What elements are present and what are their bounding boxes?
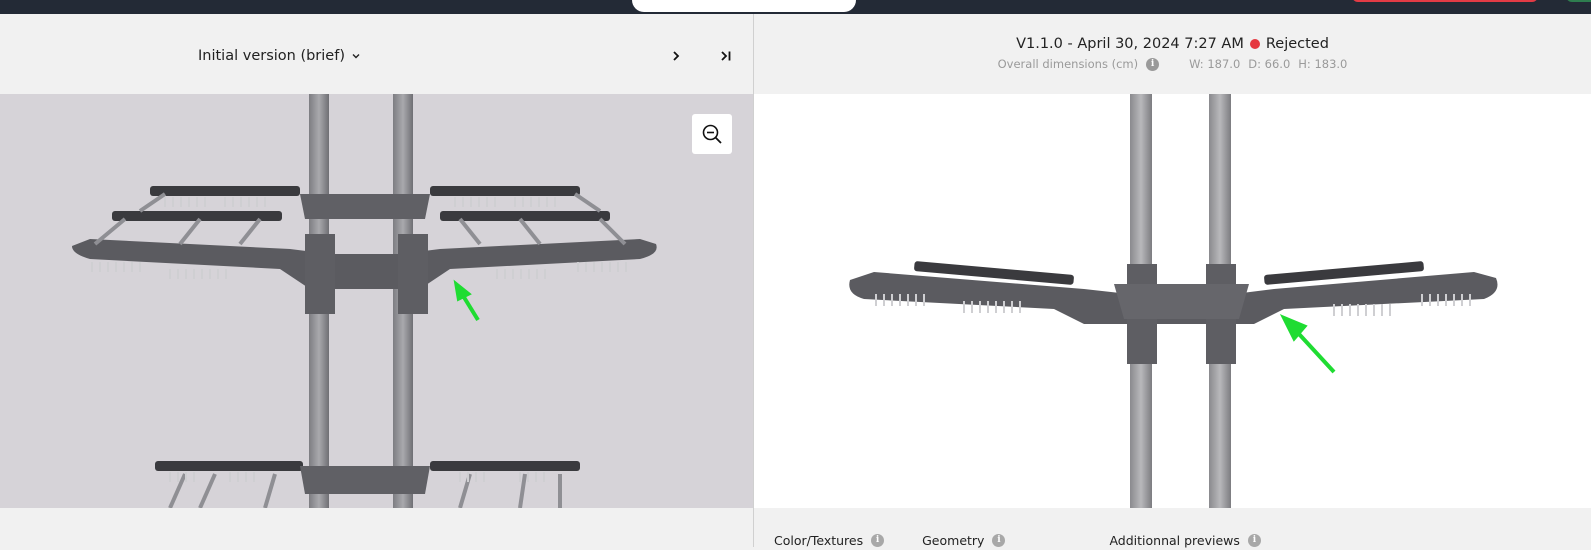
last-version-button[interactable] xyxy=(714,44,738,68)
overall-dimensions: Overall dimensions (cm) i W: 187.0 D: 66… xyxy=(754,57,1591,71)
status-dot xyxy=(1249,39,1260,49)
dimension-height: H: 183.0 xyxy=(1298,57,1348,71)
version-selector-label: Initial version (brief) xyxy=(198,48,345,64)
info-icon[interactable]: i xyxy=(1146,57,1160,71)
right-comparison-panel: V1.1.0 - April 30, 2024 7:27 AM Rejected… xyxy=(754,14,1591,550)
version-info: V1.1.0 - April 30, 2024 7:27 AM Rejected xyxy=(754,36,1591,52)
zoom-out-button[interactable] xyxy=(692,114,732,154)
version-image-viewer[interactable] xyxy=(754,94,1591,508)
info-icon[interactable]: i xyxy=(992,533,1006,547)
detail-tabs: Color/Textures i Geometry i Additionnal … xyxy=(774,530,1261,550)
chevron-right-icon xyxy=(673,51,680,61)
version-selector[interactable]: Initial version (brief) xyxy=(198,44,361,68)
right-panel-header: V1.1.0 - April 30, 2024 7:27 AM Rejected… xyxy=(754,14,1591,94)
reject-button[interactable] xyxy=(1352,0,1538,2)
left-panel-header: Initial version (brief) xyxy=(0,14,753,94)
annotation-arrow xyxy=(453,279,480,322)
tab-additional-previews[interactable]: Additionnal previews i xyxy=(1109,532,1261,548)
left-comparison-panel: Initial version (brief) xyxy=(0,14,753,547)
search-pill[interactable] xyxy=(632,0,856,12)
product-render-version xyxy=(849,94,1498,508)
info-icon[interactable]: i xyxy=(871,533,885,547)
dimension-depth: D: 66.0 xyxy=(1248,57,1291,71)
chevron-down-icon xyxy=(352,54,360,59)
tab-color-textures[interactable]: Color/Textures i xyxy=(774,532,885,548)
top-navigation-bar xyxy=(0,0,1591,14)
dimension-width: W: 187.0 xyxy=(1189,57,1241,71)
zoom-out-icon xyxy=(702,124,722,144)
dimensions-label: Overall dimensions (cm) xyxy=(997,57,1139,71)
tab-geometry[interactable]: Geometry i xyxy=(922,532,1006,548)
version-label: V1.1.0 - April 30, 2024 7:27 AM xyxy=(1016,36,1244,52)
next-version-button[interactable] xyxy=(664,44,688,68)
status-label: Rejected xyxy=(1265,36,1329,52)
product-render-brief xyxy=(72,94,657,508)
skip-to-end-icon xyxy=(721,51,731,61)
tab-label: Color/Textures xyxy=(774,532,864,548)
annotation-arrow xyxy=(1279,314,1336,374)
tab-label: Additionnal previews xyxy=(1109,532,1240,548)
info-icon[interactable]: i xyxy=(1247,533,1261,547)
approve-button[interactable] xyxy=(1566,0,1591,2)
tab-label: Geometry xyxy=(922,532,985,548)
brief-image-viewer[interactable] xyxy=(0,94,753,508)
